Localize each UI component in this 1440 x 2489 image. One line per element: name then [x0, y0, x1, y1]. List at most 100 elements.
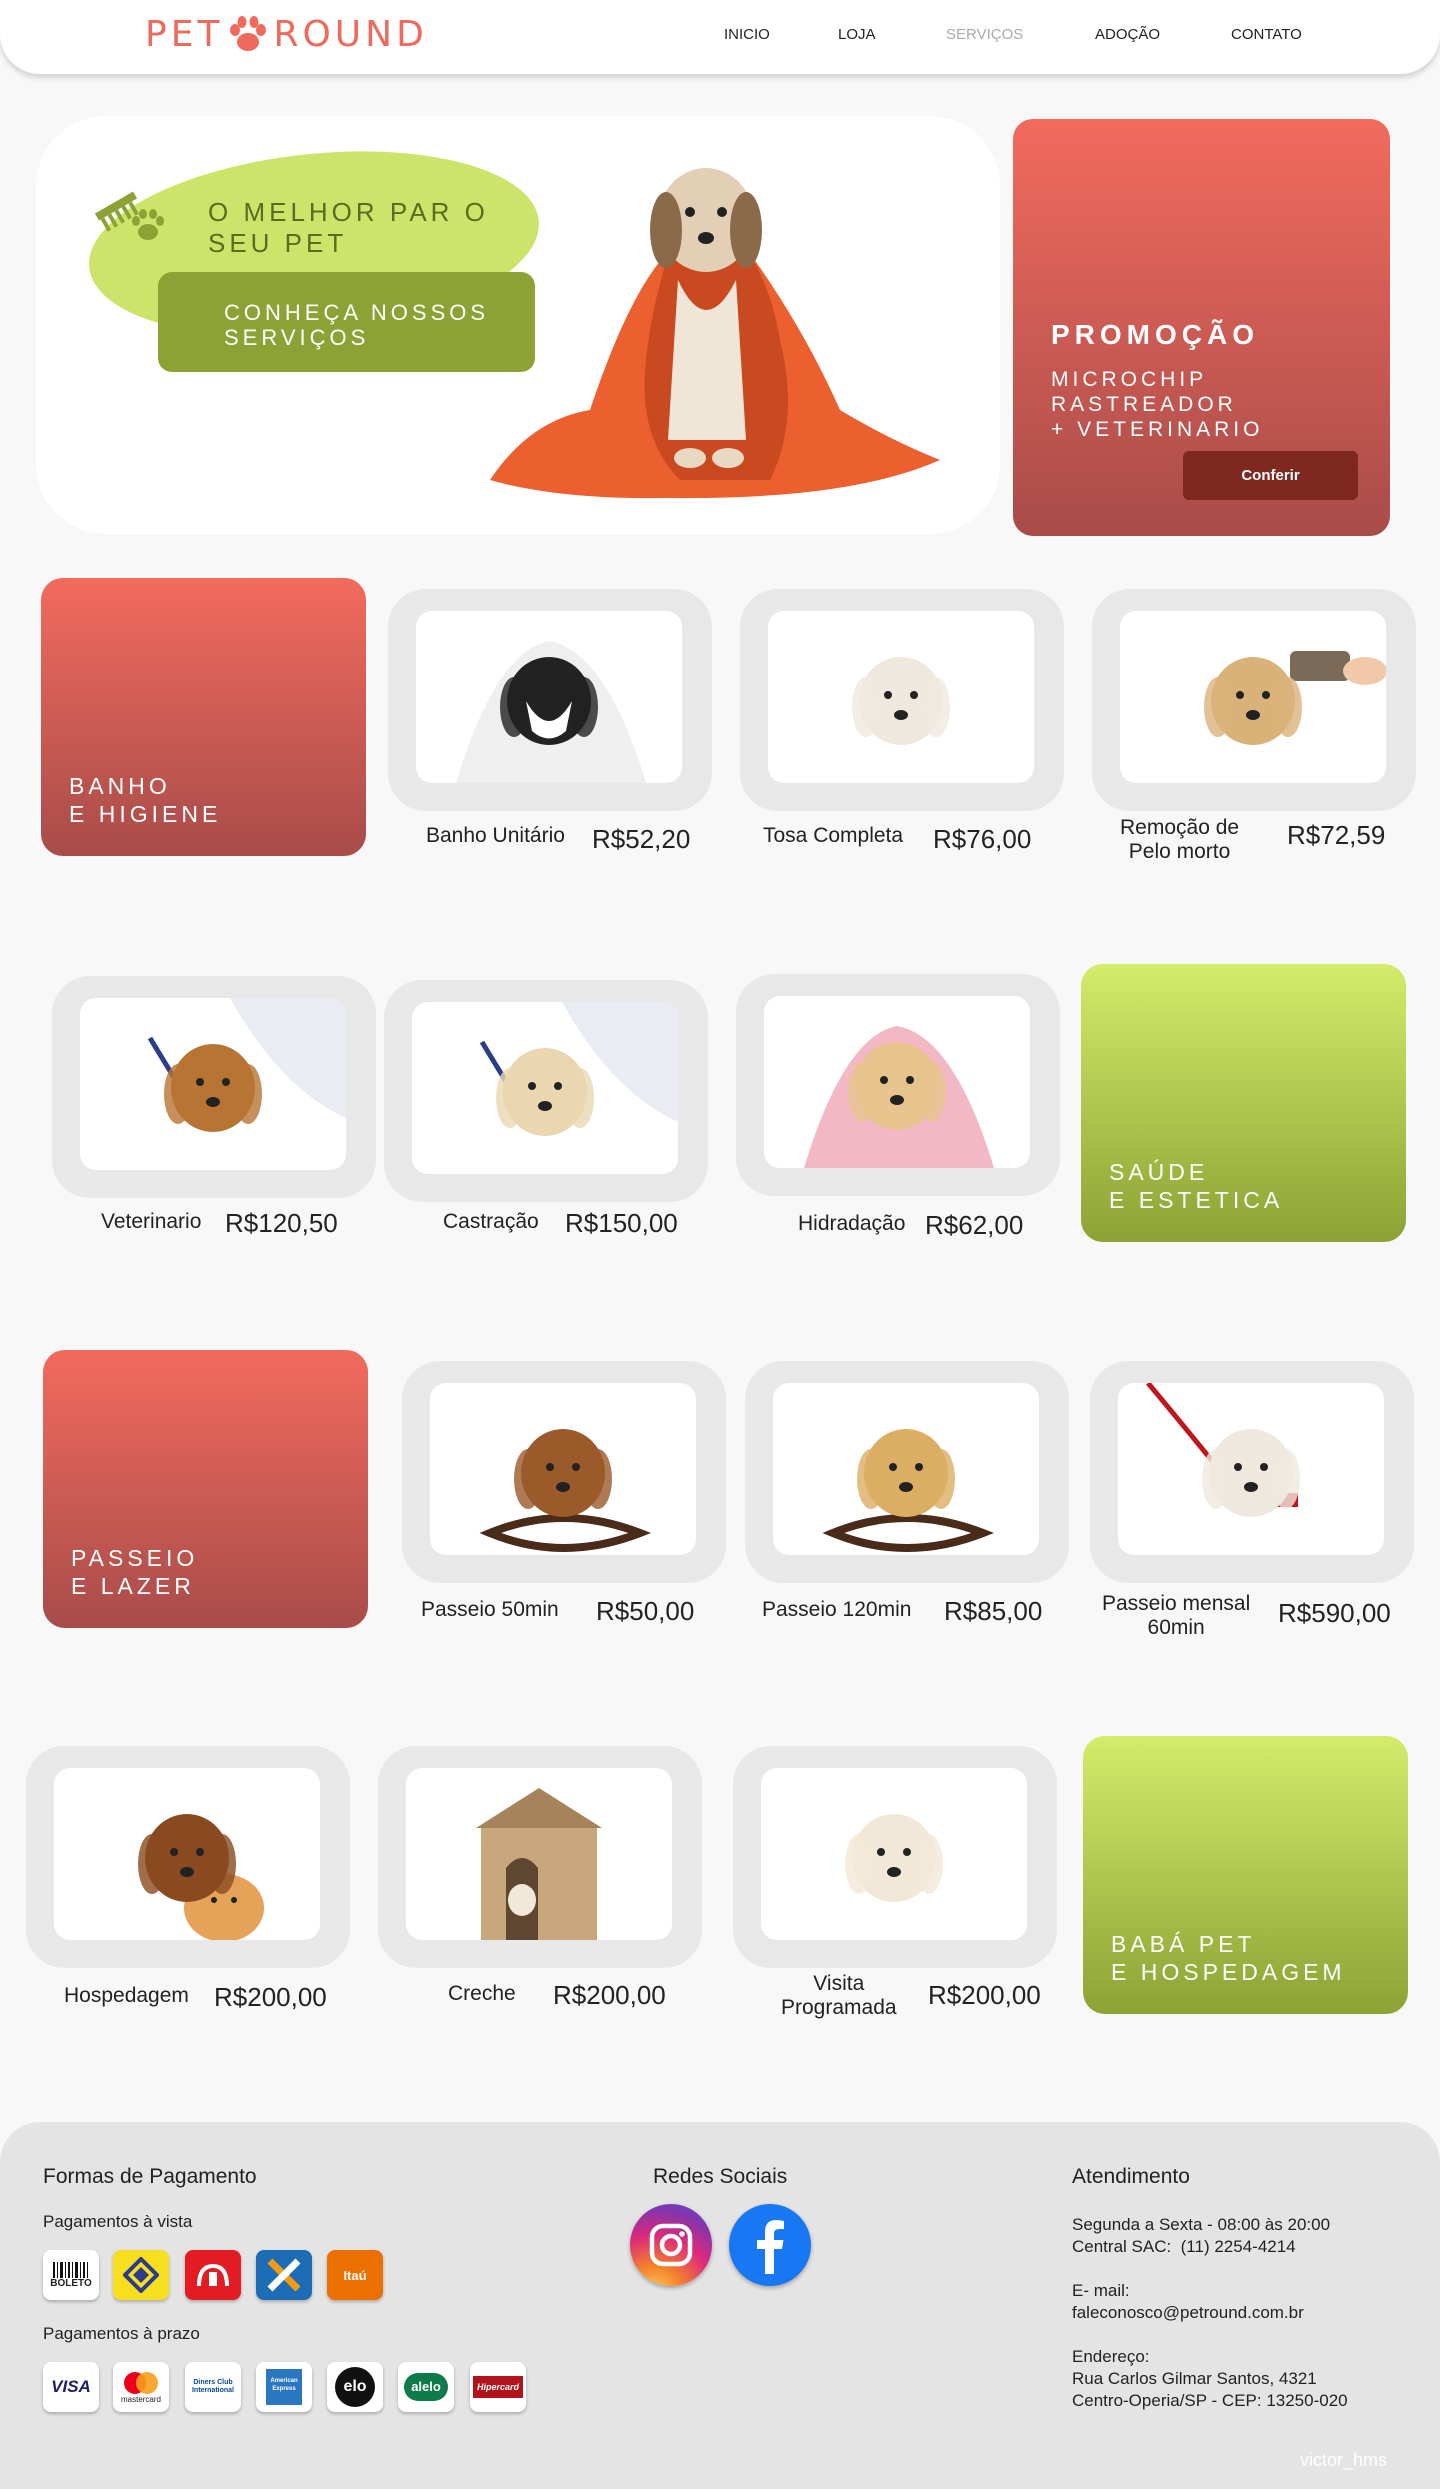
visa-icon: VISA: [43, 2362, 99, 2412]
service-price: R$52,20: [592, 824, 691, 854]
service-name: Hidradação: [798, 1212, 905, 1236]
service-card-vet-with-beagle[interactable]: [52, 976, 376, 1198]
alelo-label: alelo: [404, 2373, 448, 2401]
alelo-icon: alelo: [398, 2362, 454, 2412]
nav-servicos[interactable]: SERVIÇOS: [946, 26, 1023, 43]
credit-payments-title: Pagamentos à prazo: [43, 2324, 200, 2343]
mastercard-label: mastercard: [120, 2394, 161, 2404]
bradesco-icon: [185, 2250, 241, 2300]
cash-payments-title: Pagamentos à vista: [43, 2212, 193, 2231]
boleto-icon: BOLETO: [43, 2250, 99, 2300]
service-name: Remoção de Pelo morto: [1120, 816, 1239, 864]
instagram-icon[interactable]: [630, 2204, 712, 2286]
service-card-dog-house[interactable]: [378, 1746, 702, 1968]
service-card-bulldog-in-harness[interactable]: [1090, 1361, 1414, 1583]
service-name: Castração: [443, 1210, 539, 1234]
service-name-line1: Passeio 120min: [762, 1598, 912, 1621]
category-bath-line2: E HIGIENE: [69, 801, 222, 827]
service-price: R$72,59: [1287, 820, 1386, 850]
brand-logo[interactable]: PET ROUND: [145, 14, 428, 55]
dog-holding-leash-image: [430, 1383, 696, 1555]
promo-details: MICROCHIP RASTREADOR + VETERINARIO: [1051, 367, 1351, 442]
comb-paw-icon: [94, 191, 164, 240]
category-bath[interactable]: BANHO E HIGIENE: [41, 578, 366, 856]
service-price: R$62,00: [925, 1210, 1024, 1240]
category-walk[interactable]: PASSEIO E LAZER: [43, 1350, 368, 1628]
category-health[interactable]: SAÚDE E ESTETICA: [1081, 964, 1406, 1242]
facebook-icon[interactable]: [729, 2204, 811, 2286]
service-price: R$76,00: [933, 824, 1032, 854]
email-link[interactable]: faleconosco@petround.com.br: [1072, 2302, 1304, 2324]
category-boarding[interactable]: BABÁ PET E HOSPEDAGEM: [1083, 1736, 1408, 2014]
category-walk-line2: E LAZER: [71, 1573, 195, 1599]
hipercard-label: Hipercard: [473, 2376, 523, 2398]
brand-name-left: PET: [145, 14, 224, 55]
service-name-line1: Banho Unitário: [426, 824, 565, 847]
service-card-dog-and-cat[interactable]: [26, 1746, 350, 1968]
service-card-dog-being-brushed[interactable]: [1092, 589, 1416, 811]
service-price: R$85,00: [944, 1596, 1043, 1626]
brand-name-right: ROUND: [273, 14, 428, 55]
service-name-line1: Creche: [448, 1982, 516, 2005]
banco-do-brasil-icon: [113, 2250, 169, 2300]
support-phone: Central SAC: (11) 2254-4214: [1072, 2237, 1296, 2256]
social-title: Redes Sociais: [653, 2165, 788, 2188]
vet-with-labrador-image: [412, 1002, 678, 1174]
service-name-line1: Castração: [443, 1210, 539, 1233]
service-price: R$120,50: [225, 1208, 338, 1238]
service-price: R$590,00: [1278, 1598, 1391, 1628]
promo-check-button[interactable]: Conferir: [1183, 451, 1358, 500]
itau-icon: Itaú: [327, 2250, 383, 2300]
category-health-line1: SAÚDE: [1109, 1159, 1209, 1185]
promo-title: PROMOÇÃO: [1051, 319, 1259, 350]
service-name-line1: Hospedagem: [64, 1984, 189, 2007]
amex-icon: American Express: [256, 2362, 312, 2412]
service-card-dog-in-towel[interactable]: [388, 589, 712, 811]
hero-title-line1: O MELHOR PAR O: [208, 197, 489, 227]
service-card-lying-labrador[interactable]: [733, 1746, 1057, 1968]
nav-contato[interactable]: CONTATO: [1231, 26, 1302, 43]
hero-dog-image: [490, 168, 940, 499]
hipercard-icon: Hipercard: [470, 2362, 526, 2412]
promo-line1: MICROCHIP: [1051, 368, 1208, 391]
dog-in-towel-image: [416, 611, 682, 783]
service-card-dog-holding-leash[interactable]: [402, 1361, 726, 1583]
service-name-line1: Veterinario: [101, 1210, 202, 1233]
nav-loja[interactable]: LOJA: [838, 26, 876, 43]
service-card-vet-with-labrador[interactable]: [384, 980, 708, 1202]
service-name: Hospedagem: [64, 1984, 189, 2008]
dog-and-cat-image: [54, 1768, 320, 1940]
email-label: E- mail:: [1072, 2281, 1130, 2300]
site-header: PET ROUND INICIO LOJA SERVIÇOS ADOÇÃO CO…: [0, 0, 1440, 74]
service-name: Visita Programada: [781, 1972, 897, 2020]
service-name-line1: Hidradação: [798, 1212, 906, 1235]
service-card-chihuahua-in-towel[interactable]: [736, 974, 1060, 1196]
service-name: Creche: [448, 1982, 516, 2006]
category-boarding-line2: E HOSPEDAGEM: [1111, 1959, 1346, 1985]
chihuahua-in-towel-image: [764, 996, 1030, 1168]
mastercard-icon: mastercard: [113, 2362, 169, 2412]
dog-being-brushed-image: [1120, 611, 1386, 783]
nav-inicio[interactable]: INICIO: [724, 26, 770, 43]
service-name: Passeio 50min: [421, 1598, 559, 1622]
category-bath-line1: BANHO: [69, 773, 171, 799]
service-price: R$200,00: [553, 1980, 666, 2010]
paw-icon: [230, 15, 267, 51]
service-price: R$50,00: [596, 1596, 695, 1626]
promo-line3: + VETERINARIO: [1051, 418, 1264, 441]
service-name-line2: 60min: [1147, 1616, 1205, 1639]
service-price: R$150,00: [565, 1208, 678, 1238]
nav-adocao[interactable]: ADOÇÃO: [1095, 26, 1160, 43]
service-card-labrador-with-leash[interactable]: [745, 1361, 1069, 1583]
dog-house-image: [406, 1768, 672, 1940]
service-name: Veterinario: [101, 1210, 201, 1234]
lying-labrador-image: [761, 1768, 1027, 1940]
service-name-line1: Tosa Completa: [763, 824, 904, 847]
service-name-line1: Passeio 50min: [421, 1598, 559, 1621]
address-line2: Centro-Operia/SP - CEP: 13250-020: [1072, 2391, 1348, 2410]
service-card-groomed-white-dog[interactable]: [740, 589, 1064, 811]
vet-with-beagle-image: [80, 998, 346, 1170]
address-line1: Rua Carlos Gilmar Santos, 4321: [1072, 2369, 1317, 2388]
diners-label: Diners Club International: [191, 2379, 234, 2394]
boleto-label: BOLETO: [50, 2277, 92, 2289]
